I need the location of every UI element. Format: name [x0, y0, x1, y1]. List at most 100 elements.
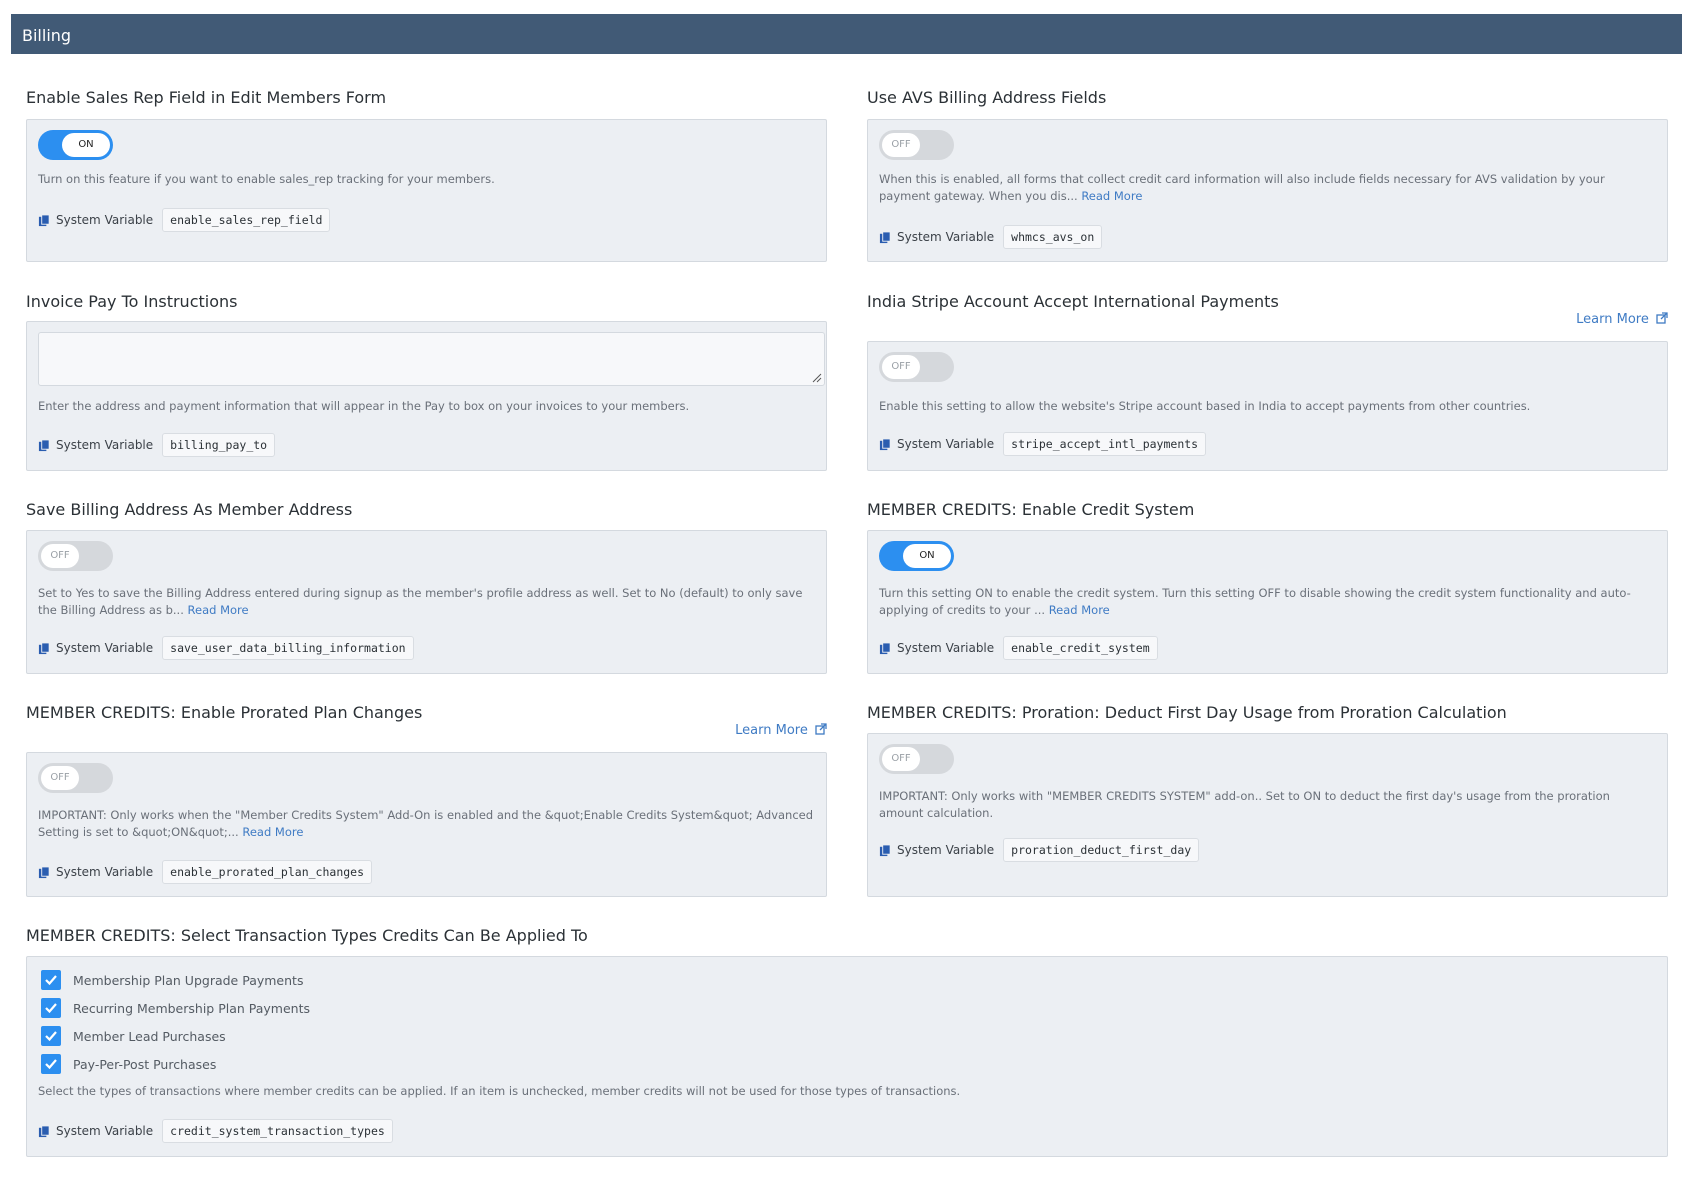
- copy-icon[interactable]: [38, 865, 51, 879]
- read-more-link[interactable]: Read More: [1049, 603, 1110, 617]
- checkbox-pay-per-post[interactable]: Pay-Per-Post Purchases: [41, 1053, 216, 1075]
- system-variable: System Variable save_user_data_billing_i…: [38, 635, 414, 661]
- learn-more-link[interactable]: Learn More: [1576, 312, 1668, 327]
- system-variable-label: System Variable: [56, 865, 154, 879]
- copy-icon[interactable]: [38, 1124, 51, 1138]
- avs-toggle[interactable]: OFF: [879, 130, 954, 160]
- description-text: Enable this setting to allow the website…: [879, 399, 1531, 413]
- system-variable: System Variable credit_system_transactio…: [38, 1118, 393, 1144]
- setting-transaction-types: MEMBER CREDITS: Select Transaction Types…: [26, 926, 1668, 1158]
- system-variable-label: System Variable: [897, 843, 995, 857]
- system-variable-code[interactable]: proration_deduct_first_day: [1003, 838, 1200, 862]
- system-variable: System Variable billing_pay_to: [38, 432, 276, 458]
- setting-title: MEMBER CREDITS: Select Transaction Types…: [26, 926, 588, 945]
- setting-panel: Enter the address and payment informatio…: [26, 321, 827, 471]
- toggle-state: ON: [903, 544, 951, 568]
- setting-description: IMPORTANT: Only works when the "Member C…: [38, 807, 815, 841]
- stripe-intl-toggle[interactable]: OFF: [879, 352, 954, 382]
- system-variable: System Variable enable_sales_rep_field: [38, 207, 331, 233]
- system-variable-code[interactable]: enable_credit_system: [1003, 636, 1158, 660]
- description-text: Turn on this feature if you want to enab…: [38, 172, 495, 186]
- system-variable-label: System Variable: [897, 437, 995, 451]
- setting-panel: OFF When this is enabled, all forms that…: [867, 119, 1668, 262]
- copy-icon[interactable]: [38, 438, 51, 452]
- setting-panel: ON Turn on this feature if you want to e…: [26, 119, 827, 262]
- toggle-state: OFF: [882, 133, 920, 157]
- description-text: Set to Yes to save the Billing Address e…: [38, 586, 803, 617]
- system-variable-label: System Variable: [897, 230, 995, 244]
- setting-pay-to: Invoice Pay To Instructions Enter the ad…: [26, 292, 827, 472]
- setting-title: India Stripe Account Accept Internationa…: [867, 292, 1279, 311]
- system-variable-code[interactable]: stripe_accept_intl_payments: [1003, 432, 1207, 456]
- setting-description: IMPORTANT: Only works with "MEMBER CREDI…: [879, 788, 1656, 822]
- copy-icon[interactable]: [879, 843, 892, 857]
- setting-description: Enter the address and payment informatio…: [38, 398, 815, 415]
- setting-description: When this is enabled, all forms that col…: [879, 171, 1656, 205]
- description-text: Turn this setting ON to enable the credi…: [879, 586, 1631, 617]
- setting-title: Enable Sales Rep Field in Edit Members F…: [26, 88, 387, 107]
- system-variable-code[interactable]: enable_sales_rep_field: [162, 208, 331, 232]
- setting-proration-first-day: MEMBER CREDITS: Proration: Deduct First …: [867, 703, 1668, 898]
- copy-icon[interactable]: [38, 641, 51, 655]
- setting-description: Select the types of transactions where m…: [38, 1083, 1656, 1100]
- checkbox-checked-icon[interactable]: [41, 1054, 61, 1074]
- proration-first-day-toggle[interactable]: OFF: [879, 744, 954, 774]
- system-variable-label: System Variable: [56, 438, 154, 452]
- setting-description: Turn this setting ON to enable the credi…: [879, 585, 1656, 619]
- setting-panel: ON Turn this setting ON to enable the cr…: [867, 530, 1668, 674]
- setting-credit-system: MEMBER CREDITS: Enable Credit System ON …: [867, 500, 1668, 675]
- system-variable-code[interactable]: credit_system_transaction_types: [162, 1119, 393, 1143]
- pay-to-textarea[interactable]: [38, 332, 825, 386]
- system-variable-code[interactable]: save_user_data_billing_information: [162, 636, 414, 660]
- toggle-state: OFF: [41, 766, 79, 790]
- system-variable-code[interactable]: whmcs_avs_on: [1003, 225, 1103, 249]
- credit-system-toggle[interactable]: ON: [879, 541, 954, 571]
- system-variable-code[interactable]: enable_prorated_plan_changes: [162, 860, 373, 884]
- resize-grip-icon[interactable]: [812, 373, 822, 383]
- checkbox-upgrade-payments[interactable]: Membership Plan Upgrade Payments: [41, 969, 303, 991]
- copy-icon[interactable]: [38, 213, 51, 227]
- checkbox-label: Pay-Per-Post Purchases: [73, 1056, 217, 1072]
- system-variable-code[interactable]: billing_pay_to: [162, 433, 276, 457]
- checkbox-checked-icon[interactable]: [41, 998, 61, 1018]
- learn-more-link[interactable]: Learn More: [735, 723, 827, 738]
- checkbox-lead-purchases[interactable]: Member Lead Purchases: [41, 1025, 226, 1047]
- checkbox-recurring-payments[interactable]: Recurring Membership Plan Payments: [41, 997, 310, 1019]
- system-variable: System Variable proration_deduct_first_d…: [879, 837, 1200, 863]
- checkbox-checked-icon[interactable]: [41, 970, 61, 990]
- description-text: Enter the address and payment informatio…: [38, 399, 690, 413]
- description-text: IMPORTANT: Only works with "MEMBER CREDI…: [879, 789, 1610, 820]
- read-more-link[interactable]: Read More: [1081, 189, 1142, 203]
- toggle-state: ON: [62, 133, 110, 157]
- description-text: When this is enabled, all forms that col…: [879, 172, 1605, 203]
- copy-icon[interactable]: [879, 230, 892, 244]
- setting-save-billing: Save Billing Address As Member Address O…: [26, 500, 827, 675]
- read-more-link[interactable]: Read More: [188, 603, 249, 617]
- read-more-link[interactable]: Read More: [242, 825, 303, 839]
- checkbox-label: Member Lead Purchases: [73, 1028, 226, 1044]
- checkbox-label: Recurring Membership Plan Payments: [73, 1000, 311, 1016]
- system-variable: System Variable enable_prorated_plan_cha…: [38, 859, 373, 885]
- setting-prorated: MEMBER CREDITS: Enable Prorated Plan Cha…: [26, 703, 827, 898]
- learn-more-text: Learn More: [1576, 312, 1649, 327]
- system-variable-label: System Variable: [56, 1124, 154, 1138]
- checkbox-label: Membership Plan Upgrade Payments: [73, 972, 304, 988]
- system-variable: System Variable stripe_accept_intl_payme…: [879, 431, 1207, 457]
- checkbox-checked-icon[interactable]: [41, 1026, 61, 1046]
- system-variable: System Variable whmcs_avs_on: [879, 224, 1103, 250]
- copy-icon[interactable]: [879, 641, 892, 655]
- setting-panel: OFF Set to Yes to save the Billing Addre…: [26, 530, 827, 674]
- learn-more-text: Learn More: [735, 723, 808, 738]
- setting-description: Turn on this feature if you want to enab…: [38, 171, 815, 188]
- setting-title: MEMBER CREDITS: Enable Prorated Plan Cha…: [26, 703, 423, 722]
- copy-icon[interactable]: [879, 437, 892, 451]
- setting-panel: Membership Plan Upgrade Payments Recurri…: [26, 956, 1668, 1157]
- save-billing-toggle[interactable]: OFF: [38, 541, 113, 571]
- setting-sales-rep: Enable Sales Rep Field in Edit Members F…: [26, 88, 827, 263]
- setting-panel: OFF Enable this setting to allow the web…: [867, 341, 1668, 471]
- setting-stripe-intl: India Stripe Account Accept Internationa…: [867, 292, 1668, 472]
- prorated-toggle[interactable]: OFF: [38, 763, 113, 793]
- setting-title: MEMBER CREDITS: Proration: Deduct First …: [867, 703, 1507, 722]
- section-header: Billing: [11, 14, 1682, 54]
- sales-rep-toggle[interactable]: ON: [38, 130, 113, 160]
